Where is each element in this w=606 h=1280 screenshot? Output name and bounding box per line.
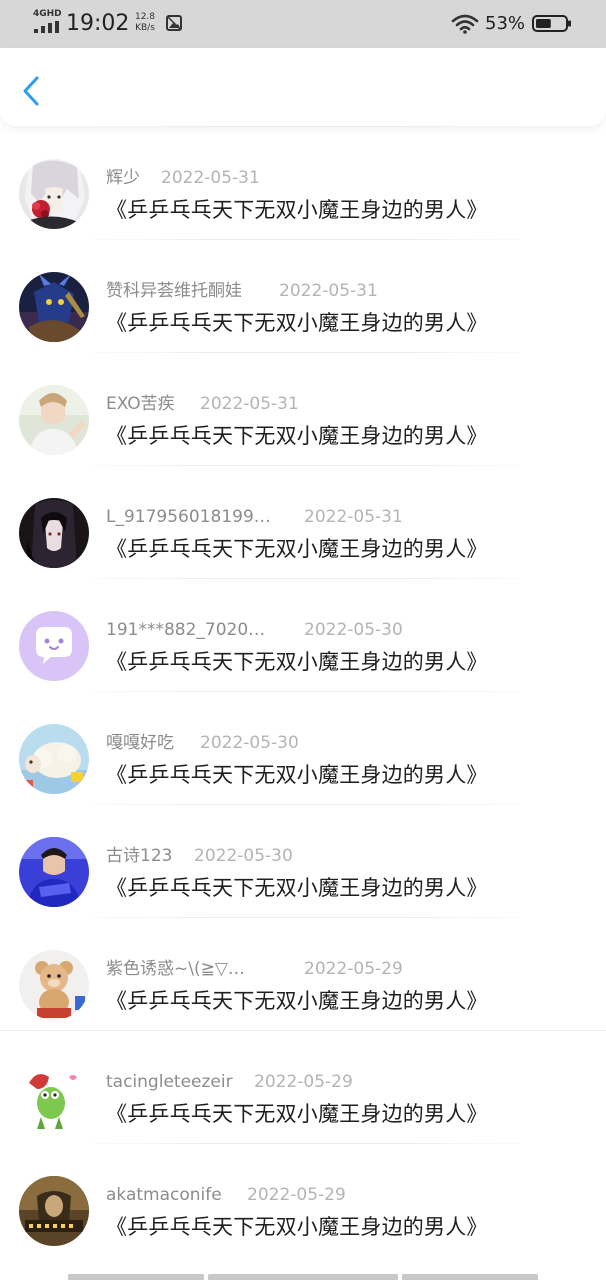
avatar[interactable]	[19, 950, 89, 1020]
divider	[0, 1030, 606, 1031]
list-item[interactable]: tacingleteezeir 2022-05-29 《乒乒乓乓天下无双小魔王身…	[0, 1030, 606, 1143]
network-type-label: 4GHD	[33, 9, 62, 19]
post-date: 2022-05-30	[200, 733, 299, 753]
username[interactable]: 赞科异荟维托酮娃	[106, 278, 242, 304]
username[interactable]: 辉少	[106, 165, 140, 191]
avatar[interactable]	[19, 1063, 89, 1133]
battery-percent: 53%	[485, 13, 526, 34]
network-speed-value: 12.8	[134, 12, 156, 22]
comment-title: 《乒乒乓乓天下无双小魔王身边的男人》	[106, 311, 488, 335]
bottom-tab-1[interactable]	[68, 1274, 204, 1280]
comment-title: 《乒乒乓乓天下无双小魔王身边的男人》	[106, 1102, 488, 1126]
username[interactable]: 191***882_7020…	[106, 617, 286, 643]
bottom-tab-3[interactable]	[402, 1274, 538, 1280]
post-date: 2022-05-31	[304, 507, 403, 527]
post-date: 2022-05-31	[279, 281, 378, 301]
divider	[92, 352, 522, 353]
navigation-bar	[0, 48, 606, 126]
comment-meta: tacingleteezeir 2022-05-29	[106, 1069, 353, 1095]
post-date: 2022-05-29	[254, 1072, 353, 1092]
comment-title: 《乒乒乓乓天下无双小魔王身边的男人》	[106, 198, 488, 222]
network-speed: 12.8 KB/s	[132, 12, 158, 34]
battery-icon	[532, 15, 571, 32]
comment-meta: 赞科异荟维托酮娃 2022-05-31	[106, 278, 378, 304]
post-date: 2022-05-29	[304, 959, 403, 979]
comment-meta: EXO苦疾 2022-05-31	[106, 391, 299, 417]
comment-title: 《乒乒乓乓天下无双小魔王身边的男人》	[106, 1215, 488, 1239]
divider	[92, 804, 522, 805]
photo-notification-icon	[166, 15, 182, 31]
username[interactable]: EXO苦疾	[106, 391, 175, 417]
avatar[interactable]	[19, 272, 89, 342]
divider	[92, 465, 522, 466]
list-item[interactable]: akatmaconife 2022-05-29 《乒乒乓乓天下无双小魔王身边的男…	[0, 1143, 606, 1256]
divider	[92, 691, 522, 692]
signal-icon: 4GHD	[33, 9, 62, 35]
avatar[interactable]	[19, 611, 89, 681]
comment-meta: akatmaconife 2022-05-29	[106, 1182, 346, 1208]
divider	[92, 578, 522, 579]
list-item[interactable]: 辉少 2022-05-31 《乒乒乓乓天下无双小魔王身边的男人》	[0, 126, 606, 239]
comment-title: 《乒乒乓乓天下无双小魔王身边的男人》	[106, 650, 488, 674]
list-item[interactable]: EXO苦疾 2022-05-31 《乒乒乓乓天下无双小魔王身边的男人》	[0, 352, 606, 465]
comment-meta: 古诗123 2022-05-30	[106, 843, 293, 869]
comment-meta: L_917956018199… 2022-05-31	[106, 504, 403, 530]
post-date: 2022-05-30	[194, 846, 293, 866]
username[interactable]: akatmaconife	[106, 1182, 222, 1208]
avatar[interactable]	[19, 1176, 89, 1246]
list-item[interactable]: 赞科异荟维托酮娃 2022-05-31 《乒乒乓乓天下无双小魔王身边的男人》	[0, 239, 606, 352]
comment-title: 《乒乒乓乓天下无双小魔王身边的男人》	[106, 763, 488, 787]
wifi-icon	[451, 14, 479, 34]
network-speed-unit: KB/s	[135, 23, 155, 33]
post-date: 2022-05-30	[304, 620, 403, 640]
comment-meta: 紫色诱惑~\(≧▽… 2022-05-29	[106, 956, 403, 982]
comment-meta: 191***882_7020… 2022-05-30	[106, 617, 403, 643]
comment-title: 《乒乒乓乓天下无双小魔王身边的男人》	[106, 989, 488, 1013]
status-bar: 4GHD 19:02 12.8 KB/s 53%	[0, 0, 606, 48]
avatar[interactable]	[19, 159, 89, 229]
avatar[interactable]	[19, 724, 89, 794]
comment-title: 《乒乒乓乓天下无双小魔王身边的男人》	[106, 537, 488, 561]
comment-meta: 辉少 2022-05-31	[106, 165, 260, 191]
avatar[interactable]	[19, 837, 89, 907]
avatar[interactable]	[19, 385, 89, 455]
post-date: 2022-05-31	[200, 394, 299, 414]
bottom-tab-2[interactable]	[208, 1274, 398, 1280]
username[interactable]: L_917956018199…	[106, 504, 286, 530]
username[interactable]: 紫色诱惑~\(≧▽…	[106, 956, 286, 982]
list-item[interactable]: 紫色诱惑~\(≧▽… 2022-05-29 《乒乒乓乓天下无双小魔王身边的男人》	[0, 917, 606, 1030]
divider	[92, 1143, 522, 1144]
list-item[interactable]: 191***882_7020… 2022-05-30 《乒乒乓乓天下无双小魔王身…	[0, 578, 606, 691]
list-item[interactable]: L_917956018199… 2022-05-31 《乒乒乓乓天下无双小魔王身…	[0, 465, 606, 578]
comment-title: 《乒乒乓乓天下无双小魔王身边的男人》	[106, 876, 488, 900]
comment-meta: 嘎嘎好吃 2022-05-30	[106, 730, 299, 756]
list-item[interactable]: 古诗123 2022-05-30 《乒乒乓乓天下无双小魔王身边的男人》	[0, 804, 606, 917]
divider	[92, 239, 522, 240]
clock-time: 19:02	[66, 11, 130, 36]
username[interactable]: 嘎嘎好吃	[106, 730, 174, 756]
comment-title: 《乒乒乓乓天下无双小魔王身边的男人》	[106, 424, 488, 448]
username[interactable]: 古诗123	[106, 843, 172, 869]
list-item[interactable]: 嘎嘎好吃 2022-05-30 《乒乒乓乓天下无双小魔王身边的男人》	[0, 691, 606, 804]
post-date: 2022-05-29	[247, 1185, 346, 1205]
divider	[92, 126, 522, 127]
chevron-left-icon[interactable]	[14, 72, 50, 108]
bottom-tab-bar	[0, 1274, 606, 1280]
divider	[92, 917, 522, 918]
post-date: 2022-05-31	[161, 168, 260, 188]
avatar[interactable]	[19, 498, 89, 568]
username[interactable]: tacingleteezeir	[106, 1069, 233, 1095]
